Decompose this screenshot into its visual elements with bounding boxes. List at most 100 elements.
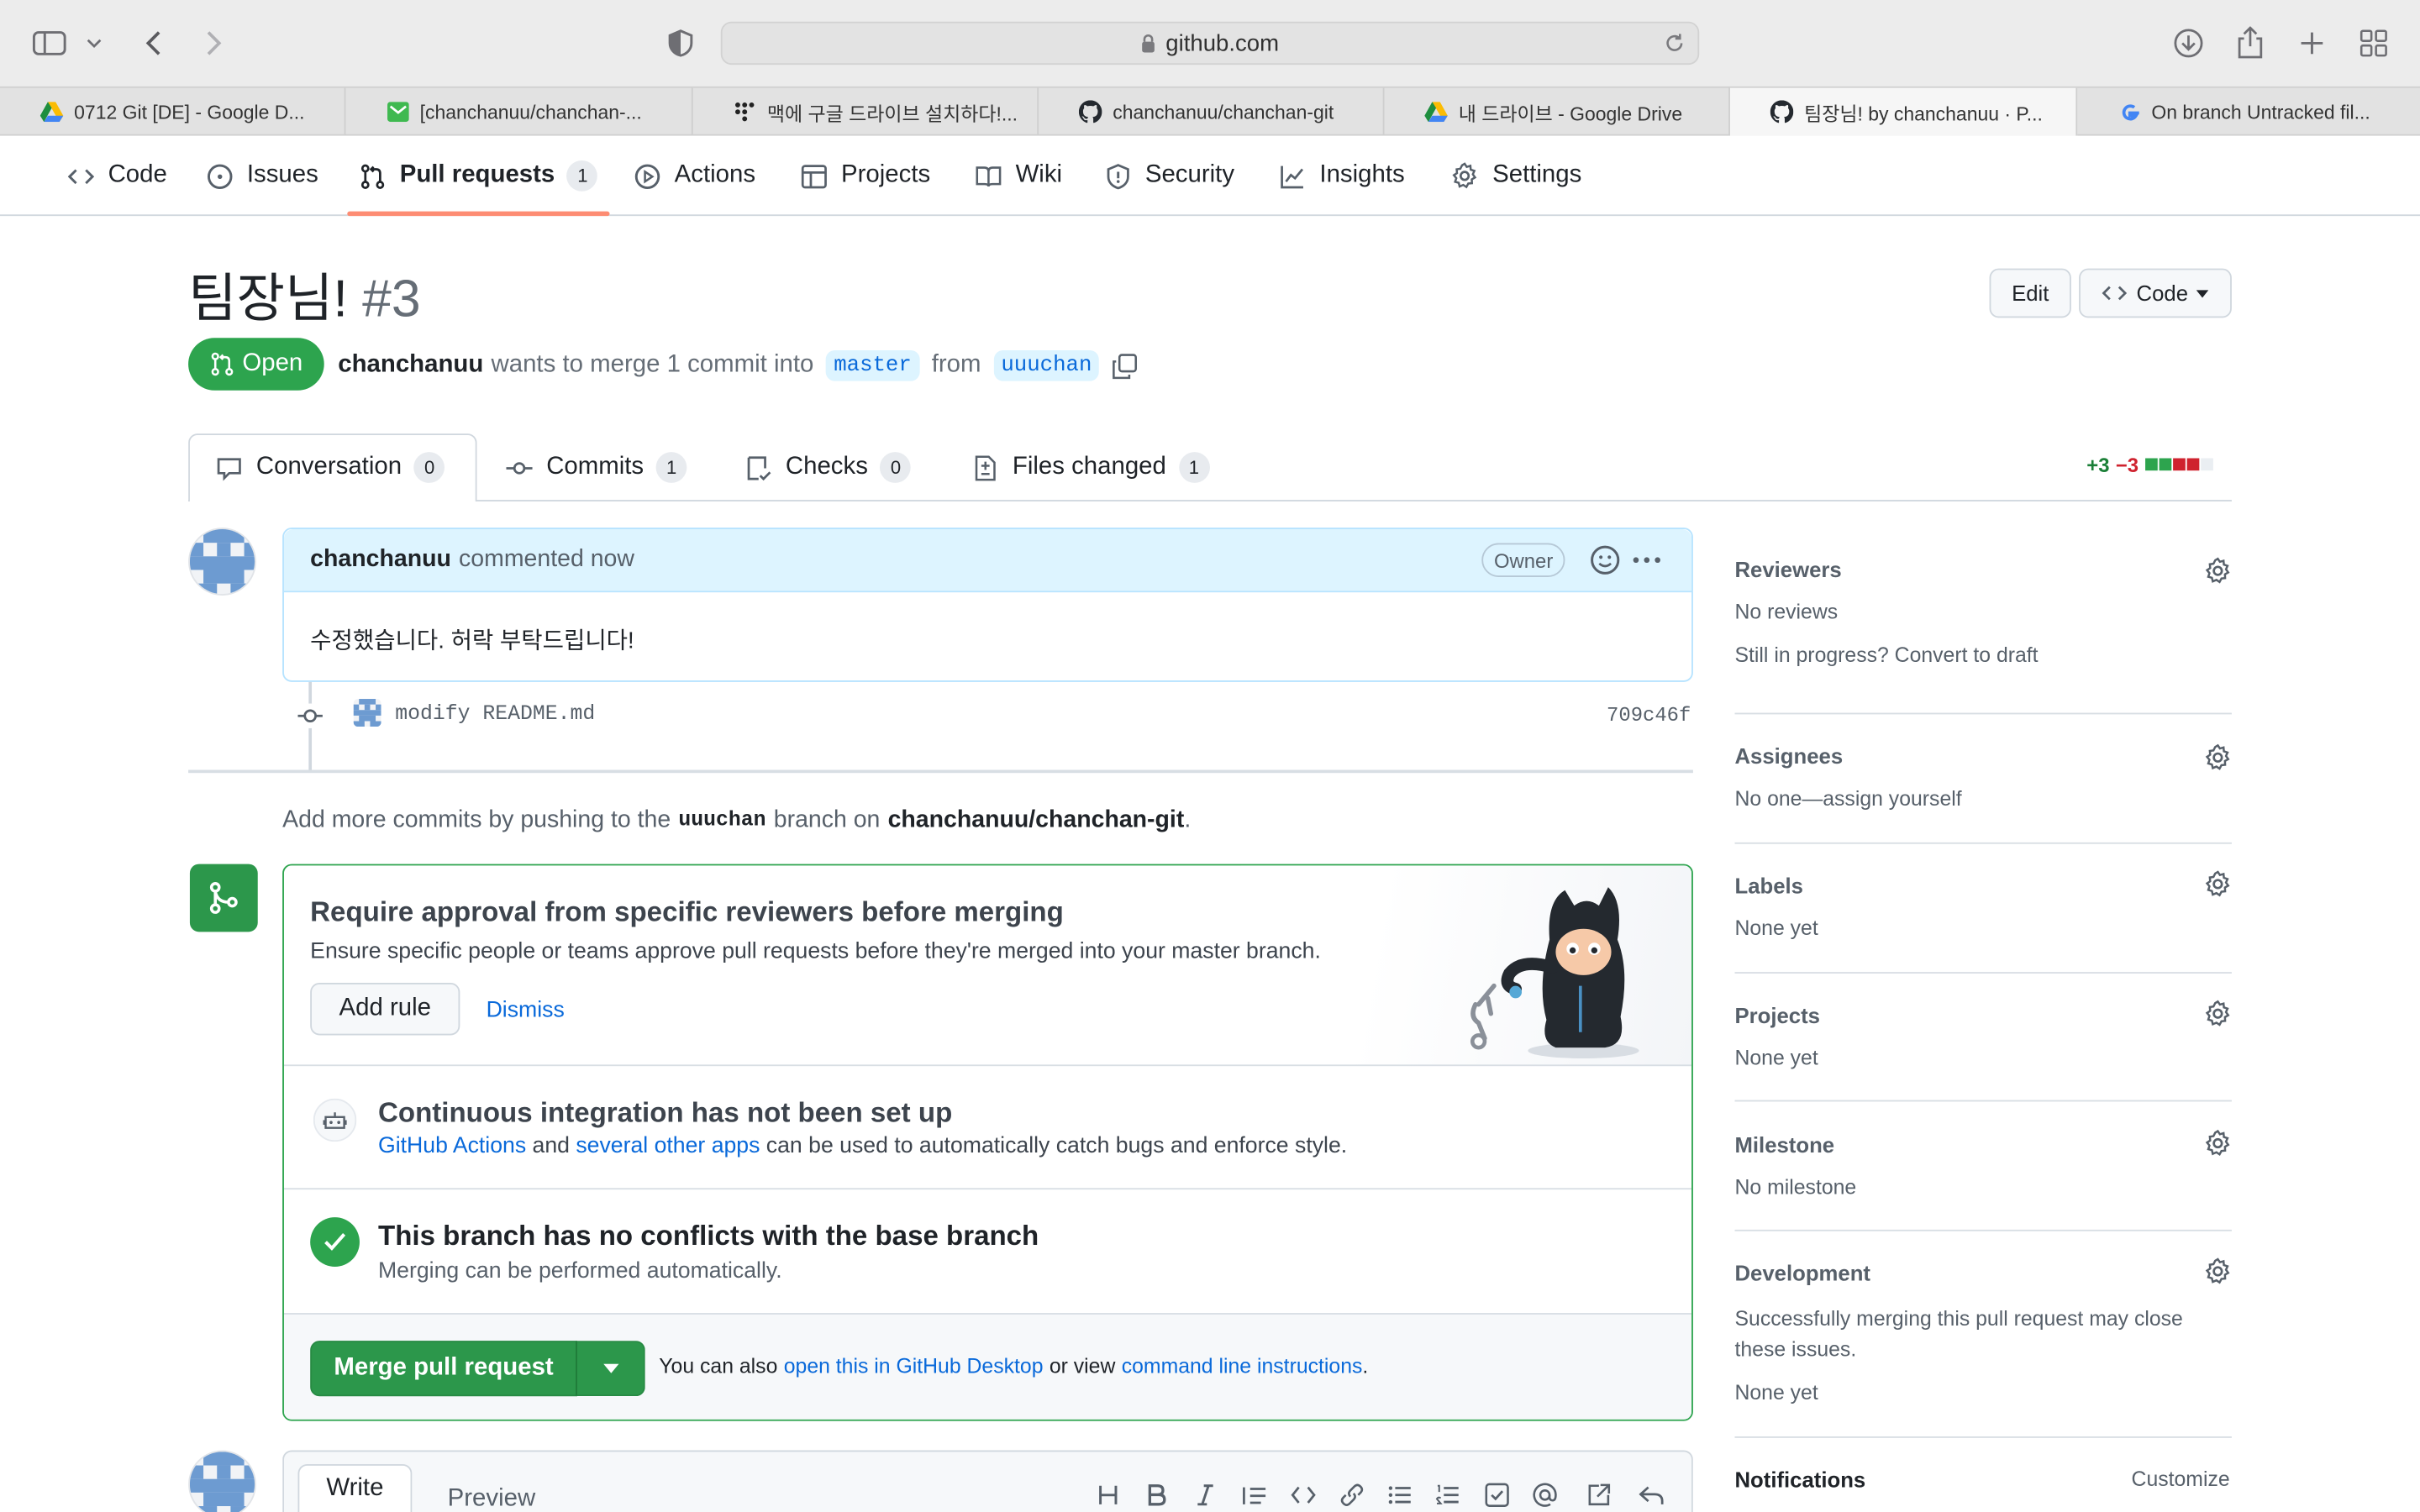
gear-icon[interactable] xyxy=(2204,1129,2232,1157)
commit-message-link[interactable]: modify README.md xyxy=(395,704,595,727)
browser-tab-active[interactable]: 팀장님! by chanchanuu · P... xyxy=(1729,87,2078,136)
forward-icon[interactable] xyxy=(192,22,234,65)
reviewers-heading[interactable]: Reviewers xyxy=(1734,557,1841,581)
preview-tab[interactable]: Preview xyxy=(448,1486,536,1512)
gear-icon[interactable] xyxy=(2204,557,2232,585)
mail-icon xyxy=(386,100,409,123)
tab-security[interactable]: Security xyxy=(1105,136,1234,217)
cross-reference-icon[interactable] xyxy=(1581,1478,1618,1512)
labels-heading[interactable]: Labels xyxy=(1734,874,1802,898)
code-icon xyxy=(67,168,95,184)
pull-request-icon xyxy=(360,163,385,189)
development-heading[interactable]: Development xyxy=(1734,1261,1870,1285)
avatar[interactable] xyxy=(188,528,256,596)
milestone-heading[interactable]: Milestone xyxy=(1734,1132,1834,1157)
add-rule-button[interactable]: Add rule xyxy=(310,983,460,1036)
tab-conversation[interactable]: Conversation 0 xyxy=(216,433,445,501)
mention-icon[interactable] xyxy=(1527,1478,1564,1512)
github-desktop-link[interactable]: open this in GitHub Desktop xyxy=(784,1355,1044,1378)
commit-icon xyxy=(294,703,326,728)
code-icon[interactable] xyxy=(1284,1478,1321,1512)
diffstat: +3 −3 xyxy=(2086,452,2213,476)
tab-issues[interactable]: Issues xyxy=(207,136,318,217)
assignees-heading[interactable]: Assignees xyxy=(1734,743,1843,768)
sidebar-toggle-icon[interactable] xyxy=(28,22,71,65)
convert-to-draft-link[interactable]: Still in progress? Convert to draft xyxy=(1734,643,2038,667)
copy-icon[interactable] xyxy=(1112,353,1138,379)
other-apps-link[interactable]: several other apps xyxy=(576,1134,760,1158)
github-actions-link[interactable]: GitHub Actions xyxy=(378,1134,526,1158)
tab-code[interactable]: Code xyxy=(67,136,167,217)
browser-tab[interactable]: 0712 Git [DE] - Google D... xyxy=(0,87,346,136)
tab-pull-requests[interactable]: Pull requests 1 xyxy=(360,136,598,217)
chevron-down-icon[interactable] xyxy=(77,22,111,65)
browser-tab[interactable]: chanchanuu/chanchan-git xyxy=(1039,87,1385,136)
tab-wiki[interactable]: Wiki xyxy=(976,136,1062,217)
downloads-icon[interactable] xyxy=(2167,22,2210,65)
browser-tab[interactable]: On branch Untracked fil... xyxy=(2077,88,2420,136)
share-icon[interactable] xyxy=(2228,22,2271,65)
tab-insights[interactable]: Insights xyxy=(1280,136,1405,217)
tab-settings[interactable]: Settings xyxy=(1451,136,1581,217)
avatar[interactable] xyxy=(188,1450,256,1512)
unordered-list-icon[interactable] xyxy=(1381,1478,1418,1512)
section-divider xyxy=(283,1064,1692,1067)
dismiss-button[interactable]: Dismiss xyxy=(487,998,565,1022)
commit-avatar[interactable] xyxy=(353,699,381,727)
kebab-menu-icon[interactable] xyxy=(1630,548,1664,572)
diff-removed: −3 xyxy=(2115,453,2139,476)
comment-author[interactable]: chanchanuu xyxy=(310,546,451,574)
projects-value: None yet xyxy=(1734,1046,1818,1069)
gear-icon[interactable] xyxy=(2204,1257,2232,1285)
assign-yourself-link[interactable]: No one—assign yourself xyxy=(1734,787,1961,811)
browser-tab[interactable]: [chanchanuu/chanchan-... xyxy=(345,87,693,136)
command-line-link[interactable]: command line instructions xyxy=(1122,1355,1363,1378)
tab-actions[interactable]: Actions xyxy=(634,136,755,217)
edit-button[interactable]: Edit xyxy=(1989,268,2071,318)
dots-icon xyxy=(733,100,756,123)
customize-link[interactable]: Customize xyxy=(2132,1467,2230,1491)
pull-request-count: 1 xyxy=(566,160,598,192)
pr-author-link[interactable]: chanchanuu xyxy=(338,352,483,380)
merge-pull-request-button[interactable]: Merge pull request xyxy=(310,1341,577,1397)
gear-icon[interactable] xyxy=(2204,743,2232,771)
code-dropdown-button[interactable]: Code xyxy=(2079,268,2232,318)
browser-tab[interactable]: 맥에 구글 드라이브 설치하다!... xyxy=(693,87,1039,136)
tab-files-changed[interactable]: Files changed 1 xyxy=(972,433,1210,501)
address-bar[interactable]: github.com xyxy=(720,21,1700,66)
code-icon xyxy=(2102,286,2128,301)
tab-overview-icon[interactable] xyxy=(2352,22,2395,65)
tab-checks[interactable]: Checks 0 xyxy=(745,433,912,501)
ordered-list-icon[interactable] xyxy=(1429,1478,1466,1512)
projects-heading[interactable]: Projects xyxy=(1734,1003,1819,1027)
head-branch[interactable]: uuuchan xyxy=(993,349,1100,381)
browser-tab[interactable]: 내 드라이브 - Google Drive xyxy=(1385,87,1730,136)
page-title: 팀장님! #3 xyxy=(188,256,421,332)
repo-link[interactable]: chanchanuu/chanchan-git xyxy=(888,807,1185,835)
gear-icon xyxy=(1452,162,1477,189)
tab-projects[interactable]: Projects xyxy=(801,136,930,217)
reply-icon[interactable] xyxy=(1633,1478,1670,1512)
sidebar-divider xyxy=(1734,1100,2232,1102)
heading-icon[interactable] xyxy=(1090,1478,1127,1512)
privacy-shield-icon[interactable] xyxy=(659,22,702,65)
gear-icon[interactable] xyxy=(2204,1000,2232,1027)
italic-icon[interactable] xyxy=(1186,1478,1223,1512)
tab-commits[interactable]: Commits 1 xyxy=(506,433,687,501)
write-tab[interactable]: Write xyxy=(297,1464,413,1512)
new-tab-icon[interactable] xyxy=(2291,22,2333,65)
link-icon[interactable] xyxy=(1334,1478,1370,1512)
back-icon[interactable] xyxy=(133,22,176,65)
emoji-reaction-icon[interactable] xyxy=(1590,544,1621,575)
labels-value: None yet xyxy=(1734,916,1818,940)
task-list-icon[interactable] xyxy=(1479,1478,1516,1512)
comment-timestamp[interactable]: commented now xyxy=(459,546,634,574)
commit-sha-link[interactable]: 709c46f xyxy=(1607,704,1691,727)
base-branch[interactable]: master xyxy=(826,349,920,381)
merge-options-dropdown[interactable] xyxy=(576,1341,645,1397)
bold-icon[interactable] xyxy=(1138,1478,1175,1512)
merge-status-icon xyxy=(189,864,258,932)
quote-icon[interactable] xyxy=(1236,1478,1273,1512)
gear-icon[interactable] xyxy=(2204,870,2232,898)
reload-icon[interactable] xyxy=(1664,33,1686,55)
